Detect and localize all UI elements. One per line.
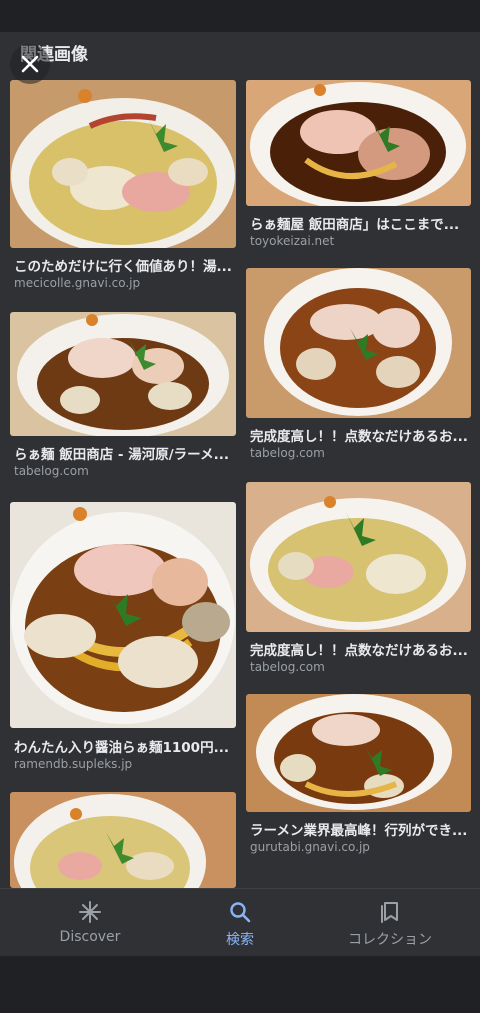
result-card[interactable]: このためだけに行く価値あり！湯... mecicolle.gnavi.co.jp — [10, 80, 236, 296]
nav-collections-label: コレクション — [348, 932, 432, 948]
result-card[interactable] — [10, 792, 236, 888]
result-title[interactable]: わんたん入り醤油らぁ麺1100円... — [14, 736, 234, 756]
result-thumbnail[interactable] — [246, 482, 471, 632]
result-source: tabelog.com — [250, 446, 325, 460]
result-title[interactable]: 完成度高し！！点数なだけあるお... — [250, 639, 468, 659]
result-source: tabelog.com — [250, 660, 325, 674]
result-title[interactable]: 完成度高し！！点数なだけあるお... — [250, 425, 468, 445]
result-thumbnail[interactable] — [10, 792, 236, 888]
status-bar — [0, 0, 480, 32]
result-card[interactable]: らぁ麺 飯田商店 - 湯河原/ラーメ... tabelog.com — [10, 312, 236, 482]
system-navigation-bar — [0, 956, 480, 1013]
result-source: ramendb.supleks.jp — [14, 757, 133, 771]
close-button[interactable] — [10, 44, 50, 84]
nav-collections[interactable]: コレクション — [330, 889, 450, 957]
result-source: tabelog.com — [14, 464, 89, 478]
result-card[interactable]: らぁ麺屋 飯田商店」はここまで... toyokeizai.net — [246, 80, 471, 252]
nav-search[interactable]: 検索 — [200, 889, 280, 957]
close-icon — [21, 55, 39, 73]
result-thumbnail[interactable] — [246, 694, 471, 812]
search-icon — [230, 902, 251, 923]
result-card[interactable]: わんたん入り醤油らぁ麺1100円... ramendb.supleks.jp — [10, 502, 236, 776]
nav-discover[interactable]: Discover — [40, 889, 140, 957]
result-source: toyokeizai.net — [250, 234, 335, 248]
nav-search-label: 検索 — [226, 932, 254, 948]
nav-discover-label: Discover — [59, 929, 121, 945]
result-thumbnail[interactable] — [10, 312, 236, 436]
result-title[interactable]: ラーメン業界最高峰！行列ができ... — [250, 819, 468, 839]
result-title[interactable]: らぁ麺屋 飯田商店」はここまで... — [250, 213, 468, 233]
discover-icon — [79, 901, 101, 923]
result-card[interactable]: 完成度高し！！点数なだけあるお... tabelog.com — [246, 482, 471, 678]
collections-icon — [381, 902, 398, 923]
result-thumbnail[interactable] — [10, 502, 236, 728]
result-thumbnail[interactable] — [246, 268, 471, 418]
result-title[interactable]: このためだけに行く価値あり！湯... — [14, 255, 234, 275]
result-source: mecicolle.gnavi.co.jp — [14, 276, 141, 290]
result-title[interactable]: らぁ麺 飯田商店 - 湯河原/ラーメ... — [14, 443, 234, 463]
result-card[interactable]: 完成度高し！！点数なだけあるお... tabelog.com — [246, 268, 471, 464]
related-images-sheet: 関連画像 このためだけに行く価値あり！湯... mecicolle.gnavi.… — [0, 32, 480, 888]
result-source: gurutabi.gnavi.co.jp — [250, 840, 370, 854]
bottom-navigation: Discover 検索 コレクション — [0, 888, 480, 957]
result-thumbnail[interactable] — [246, 80, 471, 206]
result-card[interactable]: ラーメン業界最高峰！行列ができ... gurutabi.gnavi.co.jp — [246, 694, 471, 864]
result-thumbnail[interactable] — [10, 80, 236, 248]
